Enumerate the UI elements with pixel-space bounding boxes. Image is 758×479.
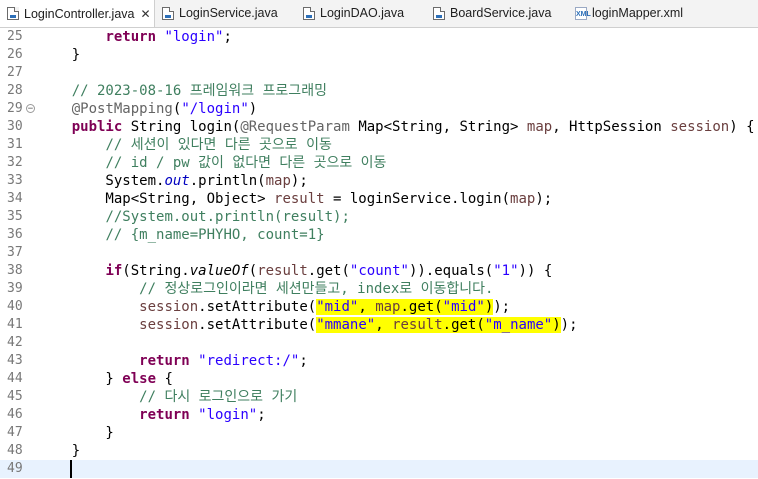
- text-cursor: [70, 460, 72, 478]
- code-line[interactable]: 36 // {m_name=PHYHO, count=1}: [0, 226, 758, 244]
- code-line[interactable]: 42: [0, 334, 758, 352]
- line-number: 31: [7, 137, 23, 152]
- line-number: 25: [7, 29, 23, 44]
- tab-login-controller[interactable]: LoginController.java ✕: [0, 0, 155, 27]
- line-number: 47: [7, 425, 23, 440]
- tab-login-service[interactable]: LoginService.java: [162, 0, 302, 26]
- code-text: // 정상로그인이라면 세션만들고, index로 이동합니다.: [139, 281, 494, 297]
- tab-label: LoginService.java: [179, 6, 278, 20]
- xml-file-icon: XML: [575, 6, 591, 20]
- line-number: 40: [7, 299, 23, 314]
- editor-tab-bar: LoginController.java ✕ LoginService.java…: [0, 0, 758, 28]
- tab-board-service[interactable]: BoardService.java: [433, 0, 568, 26]
- java-file-icon: [7, 7, 19, 20]
- code-line[interactable]: 26 }: [0, 46, 758, 64]
- java-file-icon: [433, 6, 445, 20]
- line-number: 27: [7, 65, 23, 80]
- line-number: 46: [7, 407, 23, 422]
- line-number: 44: [7, 371, 23, 386]
- code-line[interactable]: 28 // 2023-08-16 프레임워크 프로그래밍: [0, 82, 758, 100]
- line-number: 36: [7, 227, 23, 242]
- line-number: 32: [7, 155, 23, 170]
- code-line[interactable]: 41 session.setAttribute("mmane", result.…: [0, 316, 758, 334]
- code-line[interactable]: 35 //System.out.println(result);: [0, 208, 758, 226]
- line-number: 41: [7, 317, 23, 332]
- line-number: 38: [7, 263, 23, 278]
- close-icon[interactable]: ✕: [141, 7, 151, 21]
- line-number: 30: [7, 119, 23, 134]
- tab-label: LoginController.java: [24, 6, 135, 21]
- code-line[interactable]: 40 session.setAttribute("mid", map.get("…: [0, 298, 758, 316]
- code-text: return "login";: [105, 29, 232, 45]
- line-number: 34: [7, 191, 23, 206]
- code-line[interactable]: 39 // 정상로그인이라면 세션만들고, index로 이동합니다.: [0, 280, 758, 298]
- java-file-icon: [303, 6, 315, 20]
- code-text: // 세션이 있다면 다른 곳으로 이동: [105, 137, 332, 153]
- code-text: @PostMapping("/login"): [71, 101, 258, 117]
- code-text: return "redirect:/";: [139, 353, 308, 369]
- line-number: 45: [7, 389, 23, 404]
- code-line[interactable]: 49: [0, 460, 758, 478]
- code-text: session.setAttribute("mid", map.get("mid…: [139, 299, 511, 315]
- tab-label: loginMapper.xml: [592, 6, 684, 20]
- code-text: if(String.valueOf(result.get("count")).e…: [105, 263, 553, 279]
- line-number: 28: [7, 83, 23, 98]
- tab-login-mapper[interactable]: XML loginMapper.xml: [575, 0, 715, 26]
- code-text: // {m_name=PHYHO, count=1}: [105, 227, 325, 243]
- code-line[interactable]: 37: [0, 244, 758, 262]
- line-number: 33: [7, 173, 23, 188]
- line-number: 43: [7, 353, 23, 368]
- code-text: return "login";: [139, 407, 266, 423]
- tab-label: BoardService.java: [450, 6, 552, 20]
- code-line[interactable]: 30 public String login(@RequestParam Map…: [0, 118, 758, 136]
- code-text: //System.out.println(result);: [105, 209, 350, 225]
- code-line[interactable]: 38 if(String.valueOf(result.get("count")…: [0, 262, 758, 280]
- code-text: }: [38, 47, 81, 63]
- java-file-icon: [162, 6, 174, 20]
- code-text: // 2023-08-16 프레임워크 프로그래밍: [71, 83, 327, 99]
- code-editor[interactable]: 25 return "login"; 26 } 27 28 // 2023-08-16…: [0, 28, 758, 479]
- code-line[interactable]: 34 Map<String, Object> result = loginSer…: [0, 190, 758, 208]
- code-text: Map<String, Object> result = loginServic…: [38, 191, 553, 207]
- code-line[interactable]: 44 } else {: [0, 370, 758, 388]
- code-line[interactable]: 47 }: [0, 424, 758, 442]
- code-line[interactable]: 31 // 세션이 있다면 다른 곳으로 이동: [0, 136, 758, 154]
- line-number: 35: [7, 209, 23, 224]
- code-line[interactable]: 32 // id / pw 값이 없다면 다른 곳으로 이동: [0, 154, 758, 172]
- code-line[interactable]: 48 }: [0, 442, 758, 460]
- line-number: 39: [7, 281, 23, 296]
- code-line[interactable]: 33 System.out.println(map);: [0, 172, 758, 190]
- line-number: 49: [7, 461, 23, 476]
- line-number: 37: [7, 245, 23, 260]
- code-line[interactable]: 29− @PostMapping("/login"): [0, 100, 758, 118]
- code-text: }: [38, 443, 81, 459]
- code-line[interactable]: 25 return "login";: [0, 28, 758, 46]
- line-number: 42: [7, 335, 23, 350]
- code-line[interactable]: 43 return "redirect:/";: [0, 352, 758, 370]
- line-number: 29: [7, 101, 23, 116]
- tab-login-dao[interactable]: LoginDAO.java: [303, 0, 423, 26]
- line-number: 26: [7, 47, 23, 62]
- code-text: System.out.println(map);: [38, 173, 308, 189]
- code-line[interactable]: 27: [0, 64, 758, 82]
- code-text: session.setAttribute("mmane", result.get…: [139, 317, 578, 333]
- code-line[interactable]: 46 return "login";: [0, 406, 758, 424]
- code-text: // 다시 로그인으로 가기: [139, 389, 298, 405]
- code-text: public String login(@RequestParam Map<St…: [71, 119, 755, 135]
- code-text: }: [38, 425, 114, 441]
- code-line[interactable]: 45 // 다시 로그인으로 가기: [0, 388, 758, 406]
- line-number: 48: [7, 443, 23, 458]
- code-text: // id / pw 값이 없다면 다른 곳으로 이동: [105, 155, 387, 171]
- fold-toggle-icon[interactable]: −: [26, 104, 35, 114]
- tab-label: LoginDAO.java: [320, 6, 405, 20]
- code-text: } else {: [38, 371, 173, 387]
